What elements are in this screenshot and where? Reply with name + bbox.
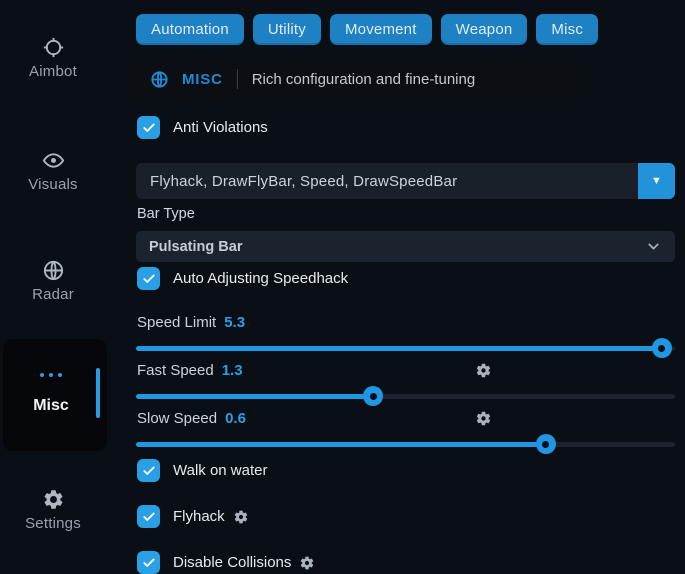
slider-fill	[136, 394, 373, 399]
checkbox-walk-on-water[interactable]: Walk on water	[137, 459, 267, 482]
main-panel: Automation Utility Movement Weapon Misc …	[136, 0, 675, 563]
gear-icon[interactable]	[475, 410, 492, 427]
slider-fill	[136, 346, 662, 351]
tab-movement[interactable]: Movement	[330, 14, 432, 45]
category-tabs: Automation Utility Movement Weapon Misc	[136, 14, 598, 45]
slider-label-text: Fast Speed	[137, 362, 214, 379]
slider-value: 5.3	[224, 314, 245, 331]
sidebar-item-label: Settings	[0, 515, 106, 532]
section-subtitle: Rich configuration and fine-tuning	[252, 71, 475, 88]
tab-utility[interactable]: Utility	[253, 14, 321, 45]
sidebar-item-settings[interactable]: Settings	[0, 488, 106, 532]
slider-label-text: Speed Limit	[137, 314, 216, 331]
slow-speed-slider[interactable]	[136, 434, 675, 454]
checkbox-label: Auto Adjusting Speedhack	[173, 270, 348, 287]
slider-value: 0.6	[225, 410, 246, 427]
gear-icon[interactable]	[475, 362, 492, 379]
gear-icon	[0, 488, 106, 511]
speed-limit-label: Speed Limit 5.3	[137, 314, 245, 331]
slider-fill	[136, 442, 546, 447]
slider-thumb[interactable]	[652, 338, 672, 358]
checkbox-label: Walk on water	[173, 462, 267, 479]
section-title: MISC	[182, 71, 223, 88]
checkbox-label: Anti Violations	[173, 119, 268, 136]
checkbox-checked-icon	[137, 459, 160, 482]
checkbox-auto-adjusting-speedhack[interactable]: Auto Adjusting Speedhack	[137, 267, 348, 290]
sidebar-item-radar[interactable]: Radar	[0, 259, 106, 303]
sidebar-item-misc[interactable]: Misc	[3, 339, 107, 451]
tab-automation[interactable]: Automation	[136, 14, 244, 45]
active-indicator	[96, 368, 100, 418]
slider-thumb[interactable]	[363, 386, 383, 406]
ellipsis-icon	[3, 373, 99, 377]
sidebar-item-label: Visuals	[0, 176, 106, 193]
bar-flags-multiselect[interactable]: Flyhack, DrawFlyBar, Speed, DrawSpeedBar…	[136, 163, 675, 199]
checkbox-anti-violations[interactable]: Anti Violations	[137, 116, 268, 139]
sidebar-item-label: Aimbot	[0, 63, 106, 80]
checkbox-label: Flyhack	[173, 508, 249, 525]
slow-speed-label: Slow Speed 0.6	[137, 410, 246, 427]
speed-limit-slider[interactable]	[136, 338, 675, 358]
bar-type-select[interactable]: Pulsating Bar	[136, 231, 675, 262]
checkbox-label-text: Flyhack	[173, 508, 225, 525]
slider-value: 1.3	[222, 362, 243, 379]
checkbox-checked-icon	[137, 116, 160, 139]
divider	[237, 69, 238, 89]
globe-icon	[150, 70, 169, 89]
section-header: MISC Rich configuration and fine-tuning	[136, 60, 577, 98]
gear-icon[interactable]	[233, 509, 249, 525]
fast-speed-label: Fast Speed 1.3	[137, 362, 243, 379]
checkbox-checked-icon	[137, 505, 160, 528]
fast-speed-slider[interactable]	[136, 386, 675, 406]
sidebar-item-label: Radar	[0, 286, 106, 303]
tab-misc[interactable]: Misc	[536, 14, 598, 45]
bar-flags-value: Flyhack, DrawFlyBar, Speed, DrawSpeedBar	[150, 163, 457, 199]
triangle-down-icon[interactable]: ▼	[638, 163, 675, 199]
sidebar-item-label: Misc	[3, 397, 99, 415]
bar-type-value: Pulsating Bar	[149, 239, 242, 255]
tab-weapon[interactable]: Weapon	[441, 14, 528, 45]
sidebar: Aimbot Visuals Radar Misc	[0, 0, 130, 563]
checkbox-checked-icon	[137, 267, 160, 290]
eye-icon	[0, 149, 106, 172]
bar-type-label: Bar Type	[137, 206, 195, 222]
checkbox-flyhack[interactable]: Flyhack	[137, 505, 249, 528]
sidebar-item-aimbot[interactable]: Aimbot	[0, 36, 106, 80]
globe-icon	[0, 259, 106, 282]
sidebar-item-visuals[interactable]: Visuals	[0, 149, 106, 193]
chevron-down-icon	[645, 238, 662, 255]
slider-thumb[interactable]	[536, 434, 556, 454]
crosshair-icon	[0, 36, 106, 59]
slider-label-text: Slow Speed	[137, 410, 217, 427]
